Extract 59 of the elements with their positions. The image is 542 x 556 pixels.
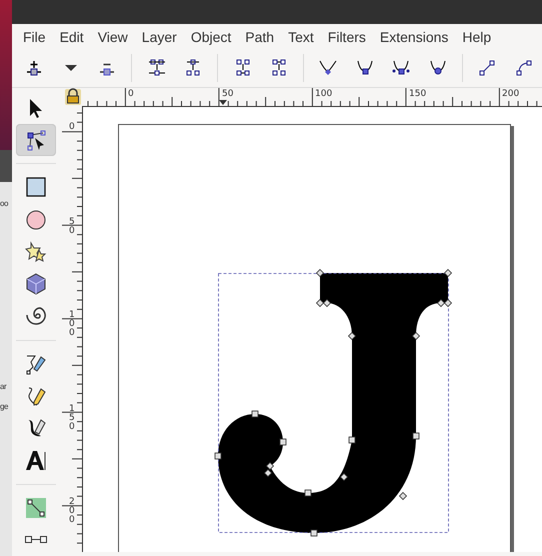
menu-item[interactable]: File: [16, 24, 53, 50]
node-handle[interactable]: [304, 489, 312, 496]
node-handle[interactable]: [348, 436, 356, 444]
menu-item[interactable]: Help: [455, 24, 498, 50]
node-handle[interactable]: [348, 332, 356, 340]
cusp-node-icon[interactable]: [319, 59, 338, 78]
menu-item[interactable]: Path: [238, 24, 282, 50]
menu-item[interactable]: Edit: [52, 24, 91, 50]
star-icon: [25, 240, 47, 263]
node-handle[interactable]: [444, 268, 452, 277]
pen-icon: [25, 352, 47, 375]
cube-icon: [25, 273, 47, 296]
menu-item[interactable]: Text: [281, 24, 321, 50]
circle-icon: [25, 208, 47, 231]
ruler-label: 0: [128, 88, 134, 101]
node-handle[interactable]: [316, 268, 324, 277]
ruler-label: 200: [502, 88, 520, 101]
node-handle[interactable]: [412, 432, 420, 440]
menu-item[interactable]: View: [90, 24, 135, 50]
straight-segment-icon[interactable]: [478, 59, 496, 78]
delete-segment-icon[interactable]: [270, 59, 288, 78]
ruler-label: 50: [69, 218, 76, 236]
smooth-node-icon[interactable]: [356, 59, 374, 78]
ruler-label: 150: [409, 88, 426, 101]
curve-segment-icon[interactable]: [514, 59, 533, 78]
node-handle[interactable]: [214, 452, 222, 460]
node-handle[interactable]: [310, 529, 318, 536]
rectangle-icon: [25, 176, 47, 198]
node-handle[interactable]: [252, 410, 258, 418]
ruler-label: 200: [69, 498, 76, 525]
spiral-icon: [25, 305, 47, 328]
node-add-icon[interactable]: [25, 59, 44, 78]
node-handle[interactable]: [340, 472, 348, 481]
lock-icon[interactable]: [65, 88, 81, 105]
node-tool-icon: [25, 129, 47, 152]
auto-smooth-node-icon[interactable]: [428, 59, 447, 78]
menu-item[interactable]: Extensions: [372, 24, 456, 50]
background-window-text: ar: [0, 383, 6, 391]
tool-button[interactable]: [16, 124, 56, 156]
menu-item[interactable]: Object: [184, 24, 238, 50]
ruler-label: 100: [315, 88, 332, 101]
background-window-text: ge: [0, 403, 8, 411]
ruler-label: 0: [69, 122, 76, 132]
background-window-text: oo: [0, 200, 8, 208]
square-nodes-icon: [25, 536, 47, 544]
node-handle[interactable]: [412, 332, 420, 340]
ruler-label: 100: [69, 310, 76, 338]
join-nodes-icon[interactable]: [148, 59, 166, 78]
connector-icon: [25, 496, 47, 519]
node-handle[interactable]: [398, 492, 408, 500]
menu-item[interactable]: Filters: [320, 24, 373, 50]
text-tool-icon: [25, 449, 47, 472]
menu-item[interactable]: Layer: [134, 24, 184, 50]
ruler-label: 50: [222, 88, 234, 101]
symmetric-node-icon[interactable]: [392, 59, 410, 78]
ruler-label: 150: [69, 404, 76, 432]
join-segment-icon[interactable]: [234, 59, 252, 78]
node-handle[interactable]: [280, 438, 286, 446]
break-nodes-icon[interactable]: [184, 59, 202, 78]
